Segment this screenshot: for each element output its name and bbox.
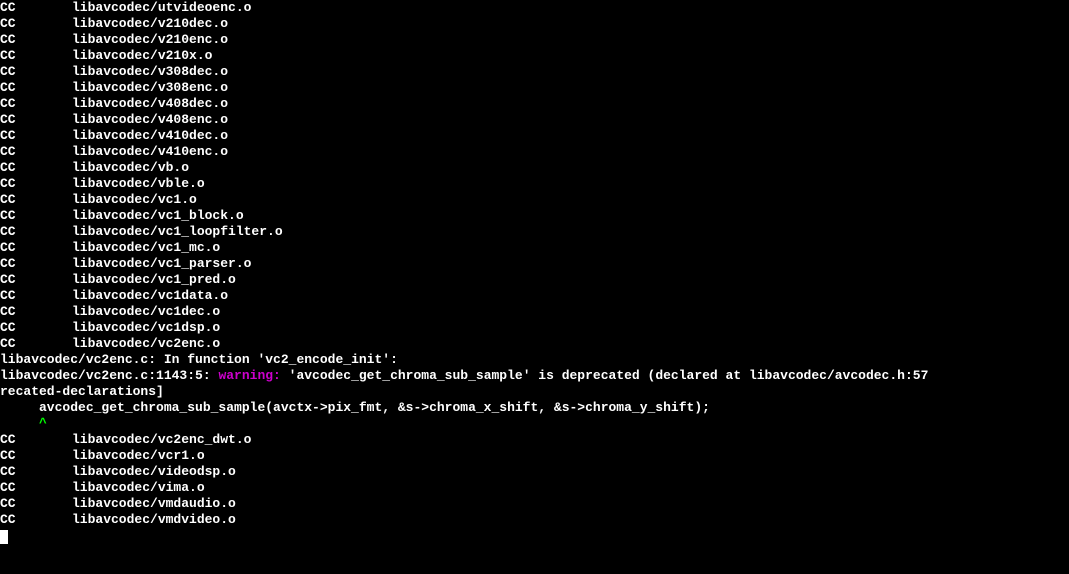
compile-line: CClibavcodec/vc1data.o [0,288,1069,304]
cc-file: libavcodec/vcr1.o [72,448,205,463]
compile-line: CClibavcodec/vc1_mc.o [0,240,1069,256]
compile-line: CClibavcodec/v308enc.o [0,80,1069,96]
cc-file: libavcodec/v408enc.o [72,112,228,127]
cc-file: libavcodec/vc1data.o [72,288,228,303]
cc-file: libavcodec/videodsp.o [72,464,236,479]
terminal-cursor [0,530,8,544]
cc-label: CC [0,176,72,192]
cc-label: CC [0,512,72,528]
compiler-warning-line2: libavcodec/vc2enc.c:1143:5: warning: 'av… [0,368,1069,384]
cc-label: CC [0,496,72,512]
compile-line: CClibavcodec/v210dec.o [0,16,1069,32]
compile-line: CClibavcodec/vble.o [0,176,1069,192]
cc-label: CC [0,192,72,208]
compile-line: CClibavcodec/videodsp.o [0,464,1069,480]
cc-label: CC [0,320,72,336]
compile-line: CClibavcodec/v408dec.o [0,96,1069,112]
compile-line: CClibavcodec/v210enc.o [0,32,1069,48]
cc-label: CC [0,32,72,48]
cc-file: libavcodec/utvideoenc.o [72,0,251,15]
cc-label: CC [0,432,72,448]
cc-file: libavcodec/vble.o [72,176,205,191]
cursor-line [0,528,1069,544]
cc-file: libavcodec/vc1.o [72,192,197,207]
compile-line: CClibavcodec/vc1dec.o [0,304,1069,320]
cc-file: libavcodec/v210enc.o [72,32,228,47]
cc-file: libavcodec/vc1_loopfilter.o [72,224,283,239]
compile-line: CClibavcodec/v410dec.o [0,128,1069,144]
compile-line: CClibavcodec/vcr1.o [0,448,1069,464]
cc-file: libavcodec/vb.o [72,160,189,175]
compile-line: CClibavcodec/v308dec.o [0,64,1069,80]
compile-line: CClibavcodec/vc2enc_dwt.o [0,432,1069,448]
cc-label: CC [0,208,72,224]
cc-label: CC [0,272,72,288]
compile-line: CClibavcodec/v210x.o [0,48,1069,64]
cc-label: CC [0,160,72,176]
cc-label: CC [0,288,72,304]
cc-label: CC [0,48,72,64]
cc-label: CC [0,304,72,320]
compile-line: CClibavcodec/v408enc.o [0,112,1069,128]
cc-file: libavcodec/vmdvideo.o [72,512,236,527]
cc-file: libavcodec/vc1dsp.o [72,320,220,335]
cc-file: libavcodec/v308dec.o [72,64,228,79]
compile-line: CClibavcodec/vc1_loopfilter.o [0,224,1069,240]
cc-label: CC [0,240,72,256]
compile-line: CClibavcodec/vmdaudio.o [0,496,1069,512]
cc-label: CC [0,336,72,352]
cc-label: CC [0,16,72,32]
cc-label: CC [0,256,72,272]
cc-label: CC [0,464,72,480]
cc-label: CC [0,0,72,16]
cc-label: CC [0,480,72,496]
cc-label: CC [0,128,72,144]
cc-file: libavcodec/vima.o [72,480,205,495]
cc-file: libavcodec/vc1dec.o [72,304,220,319]
cc-file: libavcodec/vc2enc.o [72,336,220,351]
cc-label: CC [0,144,72,160]
compile-line: CClibavcodec/vc2enc.o [0,336,1069,352]
cc-file: libavcodec/v410dec.o [72,128,228,143]
compile-line: CClibavcodec/utvideoenc.o [0,0,1069,16]
cc-file: libavcodec/vc1_pred.o [72,272,236,287]
compile-line: CClibavcodec/vima.o [0,480,1069,496]
compiler-caret-line: ^ [0,416,1069,432]
cc-file: libavcodec/v410enc.o [72,144,228,159]
compile-line: CClibavcodec/vc1_pred.o [0,272,1069,288]
terminal-output[interactable]: CClibavcodec/utvideoenc.oCClibavcodec/v2… [0,0,1069,544]
cc-file: libavcodec/vc2enc_dwt.o [72,432,251,447]
cc-label: CC [0,80,72,96]
cc-label: CC [0,96,72,112]
compile-line: CClibavcodec/vc1dsp.o [0,320,1069,336]
compile-line: CClibavcodec/vc1_block.o [0,208,1069,224]
cc-file: libavcodec/vc1_parser.o [72,256,251,271]
compiler-code-line: avcodec_get_chroma_sub_sample(avctx->pix… [0,400,1069,416]
cc-label: CC [0,448,72,464]
compile-line: CClibavcodec/v410enc.o [0,144,1069,160]
cc-file: libavcodec/v210x.o [72,48,212,63]
cc-label: CC [0,64,72,80]
compiler-warning-line1: libavcodec/vc2enc.c: In function 'vc2_en… [0,352,1069,368]
cc-file: libavcodec/vmdaudio.o [72,496,236,511]
cc-file: libavcodec/vc1_mc.o [72,240,220,255]
cc-file: libavcodec/v210dec.o [72,16,228,31]
compile-line: CClibavcodec/vc1_parser.o [0,256,1069,272]
cc-file: libavcodec/v408dec.o [72,96,228,111]
cc-label: CC [0,224,72,240]
compile-line: CClibavcodec/vc1.o [0,192,1069,208]
cc-file: libavcodec/v308enc.o [72,80,228,95]
compile-line: CClibavcodec/vb.o [0,160,1069,176]
cc-label: CC [0,112,72,128]
compile-line: CClibavcodec/vmdvideo.o [0,512,1069,528]
compiler-warning-wrap: recated-declarations] [0,384,1069,400]
cc-file: libavcodec/vc1_block.o [72,208,244,223]
